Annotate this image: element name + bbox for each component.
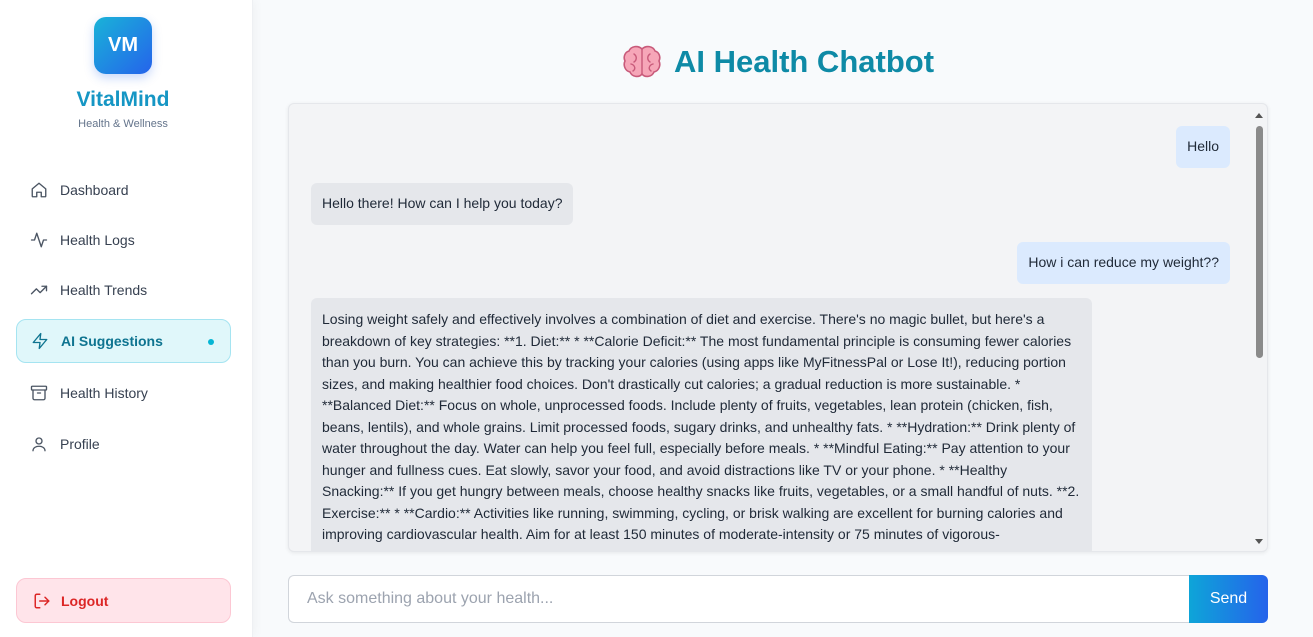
sidebar-item-label: Dashboard <box>60 182 129 198</box>
scroll-down-arrow-icon[interactable] <box>1255 539 1263 544</box>
sidebar-item-dashboard[interactable]: Dashboard <box>16 168 231 212</box>
sidebar-item-label: Health History <box>60 385 148 401</box>
chat-message-user: Hello <box>1176 126 1230 168</box>
chat-message-bot: Hello there! How can I help you today? <box>311 183 574 225</box>
brand-name: VitalMind <box>76 88 170 111</box>
chat-message-bot: Losing weight safely and effectively inv… <box>311 298 1092 551</box>
sidebar-item-label: Health Trends <box>60 282 148 298</box>
sidebar-item-profile[interactable]: Profile <box>16 422 231 466</box>
logout-icon <box>34 593 50 608</box>
scroll-thumb[interactable] <box>1256 126 1263 358</box>
chat-input[interactable] <box>288 575 1190 623</box>
trending-up-icon <box>30 285 48 295</box>
chat-window[interactable]: Hello Hello there! How can I help you to… <box>288 103 1268 552</box>
sidebar-item-health-logs[interactable]: Health Logs <box>16 218 231 262</box>
zap-icon <box>32 332 48 350</box>
page-title: AI Health Chatbot <box>288 44 1268 80</box>
active-indicator-dot <box>208 339 214 345</box>
sidebar-item-label: Health Logs <box>60 232 135 248</box>
sidebar-item-ai-suggestions[interactable]: AI Suggestions <box>16 319 231 363</box>
sidebar-item-health-history[interactable]: Health History <box>16 371 231 415</box>
brand-tagline: Health & Wellness <box>78 118 168 130</box>
send-button[interactable]: Send <box>1189 575 1268 623</box>
user-icon <box>32 437 46 452</box>
sidebar-item-health-trends[interactable]: Health Trends <box>16 268 231 312</box>
archive-icon <box>30 385 48 401</box>
brain-icon <box>623 45 661 78</box>
page-title-text: AI Health Chatbot <box>673 44 935 79</box>
home-icon <box>31 182 47 198</box>
sidebar-item-label: AI Suggestions <box>61 333 163 349</box>
sidebar-item-label: Profile <box>60 436 100 452</box>
chat-message-user: How i can reduce my weight?? <box>1017 242 1230 284</box>
chat-scrollbar[interactable] <box>1251 104 1267 551</box>
activity-icon <box>30 232 48 248</box>
scroll-up-arrow-icon[interactable] <box>1255 113 1263 118</box>
logout-label: Logout <box>61 592 109 609</box>
logout-button[interactable]: Logout <box>16 578 231 623</box>
sidebar: VM VitalMind Health & Wellness Dashboard… <box>0 0 253 637</box>
logo: VM <box>94 17 152 74</box>
